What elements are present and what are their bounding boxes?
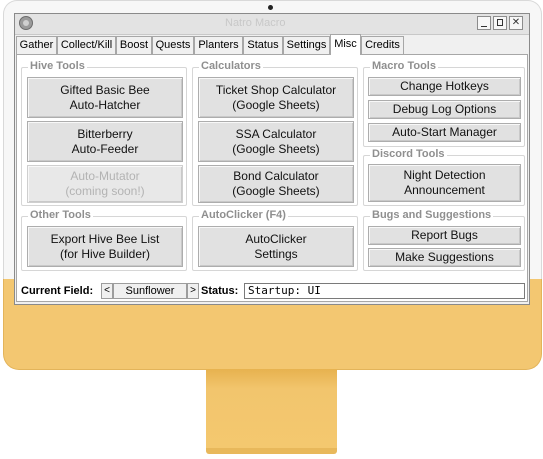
other-tools-group: Other Tools Export Hive Bee List (for Hi… [21,209,187,271]
bugs-suggestions-group: Bugs and Suggestions Report Bugs Make Su… [363,209,525,271]
minimize-button[interactable] [477,16,491,30]
close-button[interactable]: ✕ [509,16,523,30]
tab-settings[interactable]: Settings [283,36,330,54]
bitterberry-auto-feeder-button[interactable]: Bitterberry Auto-Feeder [27,121,183,162]
tab-gather[interactable]: Gather [16,36,57,54]
discord-tools-title: Discord Tools [370,148,447,160]
tab-credits[interactable]: Credits [361,36,404,54]
window-title: Natro Macro [225,17,286,29]
night-detection-announcement-button[interactable]: Night Detection Announcement [368,164,521,202]
calculators-title: Calculators [199,60,263,72]
auto-mutator-button[interactable]: Auto-Mutator (coming soon!) [27,165,183,203]
autoclicker-group: AutoClicker (F4) AutoClicker Settings [192,209,358,271]
macro-tools-title: Macro Tools [370,60,438,72]
tab-planters[interactable]: Planters [194,36,243,54]
app-window: Natro Macro ✕ Gather Collect/Kill Boost … [14,13,530,305]
tab-quests[interactable]: Quests [152,36,194,54]
macro-tools-group: Macro Tools Change Hotkeys Debug Log Opt… [363,60,525,147]
report-bugs-button[interactable]: Report Bugs [368,226,521,245]
gifted-bee-auto-hatcher-button[interactable]: Gifted Basic Bee Auto-Hatcher [27,77,183,118]
bugs-suggestions-title: Bugs and Suggestions [370,209,494,221]
misc-tab-panel: Hive Tools Gifted Basic Bee Auto-Hatcher… [16,54,528,302]
calculators-group: Calculators Ticket Shop Calculator (Goog… [192,60,358,206]
tab-misc[interactable]: Misc [330,34,361,55]
status-label: Status: [201,285,239,297]
bond-calculator-button[interactable]: Bond Calculator (Google Sheets) [198,165,354,203]
autoclicker-title: AutoClicker (F4) [199,209,288,221]
autoclicker-settings-button[interactable]: AutoClicker Settings [198,226,354,267]
make-suggestions-button[interactable]: Make Suggestions [368,248,521,267]
title-bar[interactable]: Natro Macro ✕ [15,14,529,35]
monitor-stand-foot [206,448,337,454]
current-field-label: Current Field: [21,285,94,297]
tab-boost[interactable]: Boost [116,36,152,54]
monitor-stand [206,369,337,449]
discord-tools-group: Discord Tools Night Detection Announceme… [363,148,525,206]
other-tools-title: Other Tools [28,209,93,221]
tab-collect-kill[interactable]: Collect/Kill [57,36,116,54]
change-hotkeys-button[interactable]: Change Hotkeys [368,77,521,96]
hive-tools-group: Hive Tools Gifted Basic Bee Auto-Hatcher… [21,60,187,206]
maximize-button[interactable] [493,16,507,30]
export-hive-bee-list-button[interactable]: Export Hive Bee List (for Hive Builder) [27,226,183,267]
auto-start-manager-button[interactable]: Auto-Start Manager [368,123,521,142]
current-field-value: Sunflower [113,283,187,299]
next-field-button[interactable]: > [187,283,199,299]
status-text-box: Startup: UI [244,283,525,299]
ssa-calculator-button[interactable]: SSA Calculator (Google Sheets) [198,121,354,162]
camera-icon [268,5,273,10]
tab-status[interactable]: Status [243,36,283,54]
app-logo-icon [19,16,33,30]
previous-field-button[interactable]: < [101,283,113,299]
status-row: Current Field: < Sunflower > Status: Sta… [17,282,529,302]
hive-tools-title: Hive Tools [28,60,87,72]
ticket-shop-calculator-button[interactable]: Ticket Shop Calculator (Google Sheets) [198,77,354,118]
debug-log-options-button[interactable]: Debug Log Options [368,100,521,119]
